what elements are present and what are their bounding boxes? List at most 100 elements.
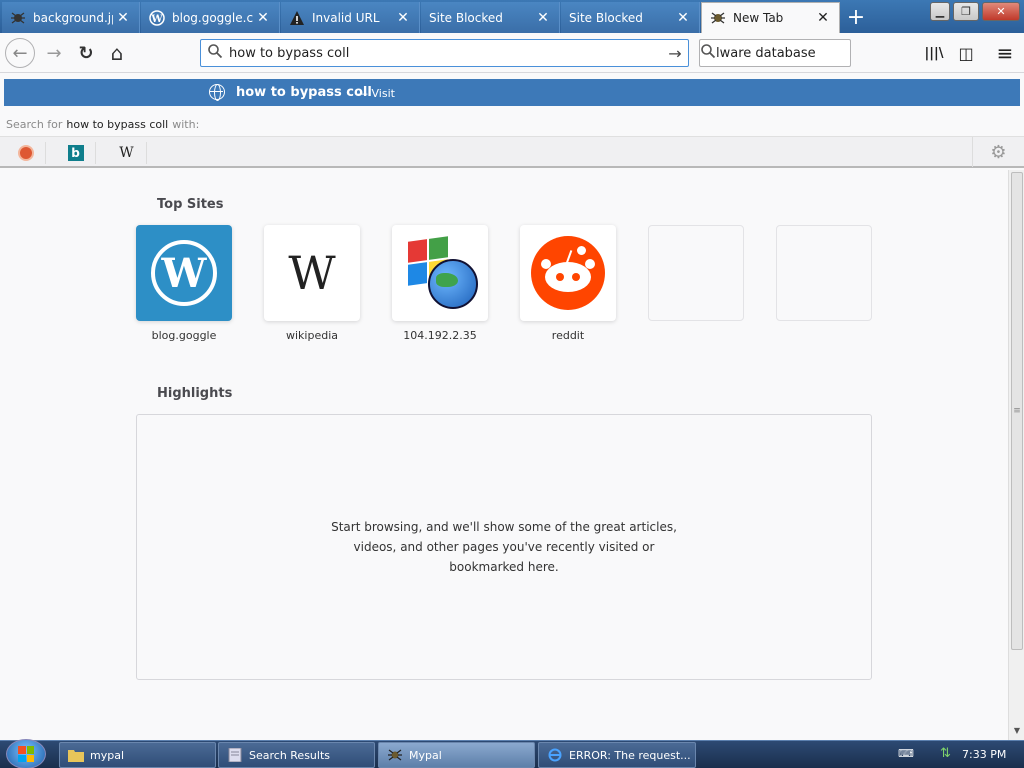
spider-icon: [387, 748, 403, 762]
highlights-panel: Start browsing, and we'll show some of t…: [136, 414, 872, 680]
navigation-toolbar: ← → ↻ ⌂ → → |||\ ◫ ≡: [0, 33, 1024, 73]
close-tab-icon[interactable]: ✕: [813, 10, 833, 26]
keyboard-icon[interactable]: ⌨: [898, 747, 914, 761]
tab-blog-goggle[interactable]: W blog.goggle.co ✕: [141, 2, 280, 33]
close-tab-icon[interactable]: ✕: [533, 10, 553, 26]
tab-invalid-url[interactable]: Invalid URL ✕: [281, 2, 420, 33]
empty-site-tile: [648, 225, 744, 321]
minimize-button[interactable]: ▁: [930, 2, 950, 21]
search-icon: [201, 43, 229, 63]
warning-icon: [289, 10, 305, 26]
suggestion-visit: — Visit: [357, 87, 395, 100]
top-site-wikipedia[interactable]: W wikipedia: [264, 225, 360, 342]
empty-site-tile: [776, 225, 872, 321]
scrollbar-grip-icon: ≡: [1013, 406, 1021, 416]
search-icon: [700, 43, 716, 63]
suggestion-text: how to bypass coll: [236, 85, 372, 100]
task-mypal-browser[interactable]: Mypal: [378, 742, 535, 768]
search-with-prefix: Search for: [6, 117, 63, 131]
search-bar[interactable]: →: [699, 39, 851, 67]
forward-button[interactable]: →: [40, 39, 68, 67]
clock[interactable]: 7:33 PM: [962, 748, 1006, 761]
top-sites-title: Top Sites: [157, 197, 224, 212]
spider-icon: [10, 10, 26, 26]
task-label: mypal: [90, 748, 125, 762]
url-input[interactable]: [229, 45, 662, 61]
bing-engine-button[interactable]: b: [56, 142, 96, 164]
go-arrow-icon[interactable]: →: [662, 44, 688, 63]
tab-label: Site Blocked: [429, 10, 503, 25]
wordpress-logo-icon: W: [151, 240, 217, 306]
wikipedia-engine-button[interactable]: W: [107, 142, 147, 164]
site-tile[interactable]: W: [264, 225, 360, 321]
library-button[interactable]: |||\: [920, 39, 948, 67]
tab-label: Invalid URL: [312, 10, 380, 25]
tab-background-jpg[interactable]: background.jpg ✕: [2, 2, 140, 33]
site-label: wikipedia: [285, 329, 338, 342]
close-tab-icon[interactable]: ✕: [673, 10, 693, 26]
reddit-logo-icon: [531, 236, 605, 310]
site-label: reddit: [551, 329, 585, 342]
wikipedia-icon: W: [119, 145, 134, 161]
top-site-blog-goggle[interactable]: W blog.goggle: [136, 225, 232, 342]
scroll-down-arrow-icon[interactable]: ▼: [1011, 726, 1023, 738]
home-button[interactable]: ⌂: [103, 39, 131, 67]
vertical-scrollbar[interactable]: ≡ ▼: [1008, 170, 1024, 740]
task-mypal-folder[interactable]: mypal: [59, 742, 216, 768]
close-tab-icon[interactable]: ✕: [113, 10, 133, 26]
sidebar-button[interactable]: ◫: [952, 39, 980, 67]
close-tab-icon[interactable]: ✕: [253, 10, 273, 26]
scrollbar-thumb[interactable]: ≡: [1011, 172, 1023, 650]
windows-taskbar: mypal Search Results Mypal ERROR: The re…: [0, 739, 1024, 768]
search-input[interactable]: [716, 45, 850, 61]
task-search-results[interactable]: Search Results: [218, 742, 375, 768]
svg-text:W: W: [150, 14, 163, 25]
task-label: Mypal: [409, 748, 442, 762]
duckduckgo-engine-button[interactable]: [6, 142, 46, 164]
site-tile[interactable]: [392, 225, 488, 321]
wordpress-icon: W: [149, 9, 165, 26]
tab-label: Site Blocked: [569, 10, 643, 25]
site-tile[interactable]: W: [136, 225, 232, 321]
url-bar[interactable]: →: [200, 39, 689, 67]
one-off-search-engines: b W ⚙: [0, 136, 1024, 168]
site-label: blog.goggle: [151, 329, 217, 342]
tab-site-blocked-2[interactable]: Site Blocked ✕: [561, 2, 700, 33]
search-with-query: how to bypass coll: [66, 117, 169, 131]
document-icon: [227, 747, 243, 763]
back-button[interactable]: ←: [5, 38, 35, 68]
tab-label: blog.goggle.co: [172, 10, 253, 25]
start-button[interactable]: [6, 739, 46, 768]
search-settings-gear-icon[interactable]: ⚙: [972, 137, 1024, 167]
search-with-row: Search for how to bypass coll with:: [0, 112, 1024, 136]
duckduckgo-icon: [17, 145, 34, 161]
site-tile[interactable]: [520, 225, 616, 321]
globe-icon: [209, 84, 225, 101]
new-tab-button[interactable]: +: [842, 4, 870, 30]
close-window-button[interactable]: ✕: [982, 2, 1020, 21]
tab-strip: background.jpg ✕ W blog.goggle.co ✕ Inva…: [0, 0, 1024, 33]
maximize-button[interactable]: ❐: [953, 2, 979, 21]
task-error-ie[interactable]: ERROR: The request...: [538, 742, 696, 768]
tab-new-tab[interactable]: New Tab ✕: [701, 2, 840, 33]
spider-icon: [710, 10, 726, 26]
folder-icon: [68, 748, 84, 762]
highlights-title: Highlights: [157, 386, 233, 401]
top-site-empty-1: [648, 225, 744, 321]
top-site-reddit[interactable]: reddit: [520, 225, 616, 342]
tab-label: background.jpg: [33, 10, 113, 25]
wikipedia-logo-icon: W: [288, 246, 336, 300]
new-tab-page: Top Sites W blog.goggle W wikipedia 104.…: [0, 170, 1008, 740]
network-icon[interactable]: ⇅: [940, 746, 956, 762]
task-label: Search Results: [249, 748, 331, 762]
top-site-ip[interactable]: 104.192.2.35: [392, 225, 488, 342]
url-suggestion-row[interactable]: how to bypass coll — Visit: [4, 79, 1020, 106]
site-label: 104.192.2.35: [403, 329, 477, 342]
tab-site-blocked-1[interactable]: Site Blocked ✕: [421, 2, 560, 33]
reload-button[interactable]: ↻: [72, 39, 100, 67]
close-tab-icon[interactable]: ✕: [393, 10, 413, 26]
menu-button[interactable]: ≡: [991, 39, 1019, 67]
bing-icon: b: [67, 145, 84, 161]
windows-globe-icon: [400, 233, 480, 313]
windows-logo-icon: [18, 746, 34, 762]
